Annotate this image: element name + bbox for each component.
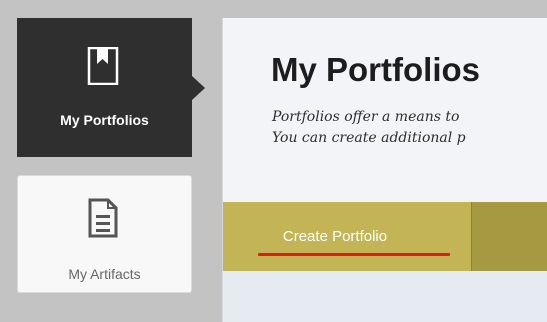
highlight-underline [258,253,450,256]
notebook-icon [87,46,119,90]
sidebar-item-my-portfolios[interactable]: My Portfolios [17,18,192,157]
create-portfolio-label: Create Portfolio [282,228,388,245]
action-bar: Create Portfolio [223,202,547,271]
description-line: Portfolios offer a means to [272,109,460,125]
active-indicator-arrow [192,76,205,100]
description-line: You can create additional p [272,130,466,146]
sidebar-item-label: My Artifacts [68,266,141,282]
sidebar-item-label: My Portfolios [60,112,149,128]
page-description: Portfolios offer a means to You can crea… [272,107,466,149]
document-icon [88,198,118,243]
create-portfolio-button[interactable]: Create Portfolio [223,202,472,271]
sidebar-item-my-artifacts[interactable]: My Artifacts [17,175,192,293]
panel-header: My Portfolios Portfolios offer a means t… [223,18,547,202]
page-title: My Portfolios [271,51,481,88]
main-panel: My Portfolios Portfolios offer a means t… [222,18,547,322]
